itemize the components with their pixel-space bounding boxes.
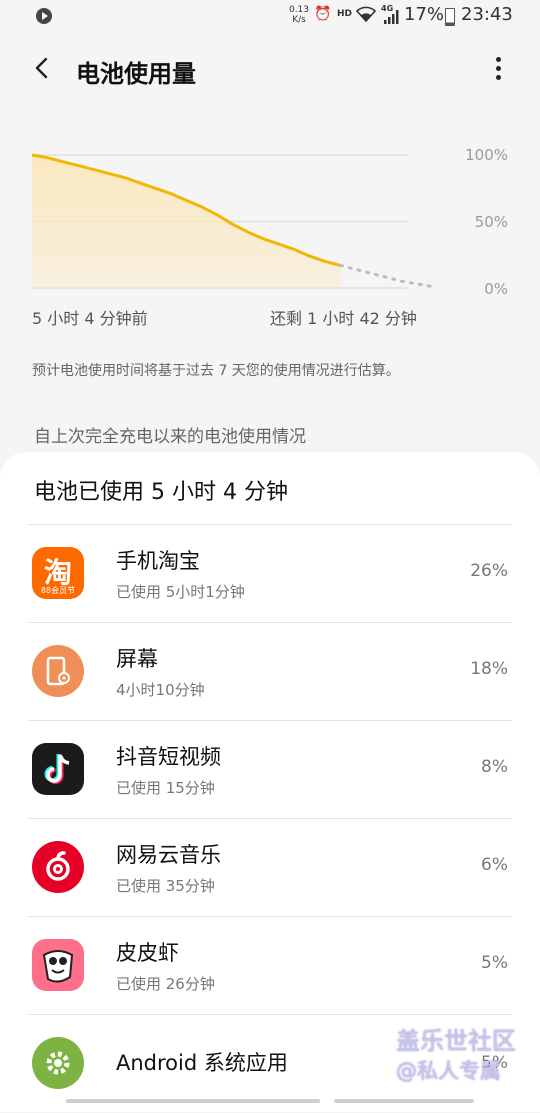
wifi-icon xyxy=(355,6,377,26)
taobao-icon: 淘 88会员节 xyxy=(32,547,84,599)
app-usage-percent: 5% xyxy=(481,953,508,973)
nav-back-button[interactable] xyxy=(334,1099,474,1103)
app-usage-time: 已使用 15分钟 xyxy=(116,779,215,797)
app-name: 手机淘宝 xyxy=(116,549,200,573)
app-usage-percent: 26% xyxy=(470,561,508,581)
media-play-icon xyxy=(36,8,52,24)
y-tick-label: 0% xyxy=(484,280,508,298)
app-name: Android 系统应用 xyxy=(116,1051,288,1075)
watermark-line2: @私人专属 xyxy=(396,1059,501,1083)
navigation-bar xyxy=(0,1092,540,1110)
app-usage-time: 已使用 26分钟 xyxy=(116,975,215,993)
app-usage-time: 已使用 35分钟 xyxy=(116,877,215,895)
battery-icon xyxy=(445,8,455,26)
app-row-pipixia[interactable]: 皮皮虾 已使用 26分钟 5% xyxy=(0,917,540,1015)
more-vert-icon xyxy=(495,57,501,62)
hd-indicator: HD xyxy=(337,9,353,19)
app-name: 皮皮虾 xyxy=(116,941,179,965)
clock: 23:43 xyxy=(461,4,513,25)
netease-music-icon xyxy=(32,841,84,893)
app-header: 电池使用量 xyxy=(0,40,540,100)
app-usage-percent: 6% xyxy=(481,855,508,875)
page-title: 电池使用量 xyxy=(76,60,196,88)
back-button[interactable] xyxy=(28,54,56,82)
app-row-screen[interactable]: 屏幕 4小时10分钟 18% xyxy=(0,623,540,721)
signal-icon xyxy=(384,10,400,28)
battery-chart-svg xyxy=(31,153,435,289)
network-speed-unit: K/s xyxy=(292,15,306,25)
status-bar: 0.13 K/s ⏰ HD 4G 17% 23:43 xyxy=(0,0,540,32)
watermark-line1: 盖乐世社区 xyxy=(396,1027,516,1055)
pipixia-icon xyxy=(32,939,84,991)
app-usage-time: 4小时10分钟 xyxy=(116,681,205,699)
douyin-icon xyxy=(32,743,84,795)
app-name: 屏幕 xyxy=(116,647,158,671)
app-name: 抖音短视频 xyxy=(116,745,221,769)
android-system-icon xyxy=(32,1037,84,1089)
x-start-label: 5 小时 4 分钟前 xyxy=(32,309,148,328)
nav-recents-button[interactable] xyxy=(66,1099,206,1103)
usage-card: 电池已使用 5 小时 4 分钟 淘 88会员节 手机淘宝 已使用 5小时1分钟 … xyxy=(0,452,540,1112)
watermark: 盖乐世社区 @私人专属 xyxy=(396,1026,516,1086)
screen-icon xyxy=(32,645,84,697)
projection-line xyxy=(339,263,435,289)
app-row-douyin[interactable]: 抖音短视频 已使用 15分钟 8% xyxy=(0,721,540,819)
app-usage-time: 已使用 5小时1分钟 xyxy=(116,583,245,601)
app-name: 网易云音乐 xyxy=(116,843,221,867)
usage-total-title: 电池已使用 5 小时 4 分钟 xyxy=(34,480,288,505)
app-usage-percent: 8% xyxy=(481,757,508,777)
app-usage-percent: 18% xyxy=(470,659,508,679)
app-row-taobao[interactable]: 淘 88会员节 手机淘宝 已使用 5小时1分钟 26% xyxy=(0,525,540,623)
y-tick-label: 100% xyxy=(465,146,508,164)
network-speed-value: 0.13 xyxy=(288,5,310,15)
y-tick-label: 50% xyxy=(474,213,508,231)
app-row-netease-music[interactable]: 网易云音乐 已使用 35分钟 6% xyxy=(0,819,540,917)
more-options-button[interactable] xyxy=(486,54,510,84)
network-speed: 0.13 K/s xyxy=(288,5,310,25)
alarm-icon: ⏰ xyxy=(314,6,332,22)
x-end-label: 还剩 1 小时 42 分钟 xyxy=(270,309,417,328)
nav-home-button[interactable] xyxy=(200,1099,320,1103)
taobao-badge: 88会员节 xyxy=(40,586,76,595)
battery-chart: 100% 50% 0% 5 小时 4 分钟前 还剩 1 小时 42 分钟 xyxy=(28,140,528,328)
back-arrow-icon xyxy=(35,57,48,79)
battery-percent: 17% xyxy=(404,4,445,25)
section-label: 自上次完全充电以来的电池使用情况 xyxy=(34,427,306,447)
estimate-note: 预计电池使用时间将基于过去 7 天您的使用情况进行估算。 xyxy=(32,363,400,379)
